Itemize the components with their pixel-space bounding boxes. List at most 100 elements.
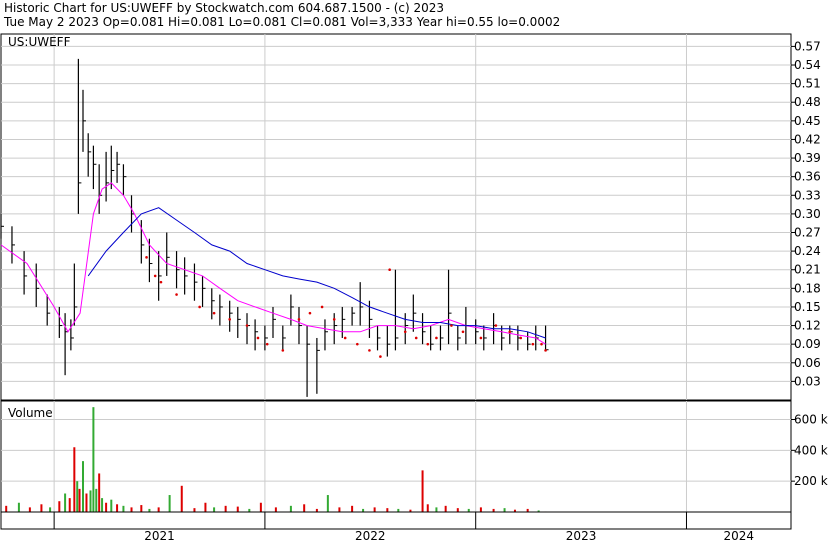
price-dot bbox=[198, 305, 201, 309]
volume-tick-label: 600 k bbox=[794, 413, 828, 427]
price-tick-label: 0.24 bbox=[794, 244, 821, 258]
price-panel-label: US:UWEFF bbox=[8, 35, 71, 49]
volume-bar bbox=[479, 507, 482, 512]
volume-tick-label: 400 k bbox=[794, 443, 828, 457]
price-dot bbox=[414, 336, 418, 340]
volume-bar bbox=[503, 508, 506, 512]
volume-bar bbox=[28, 507, 31, 512]
volume-bar bbox=[435, 507, 438, 512]
volume-bar bbox=[426, 504, 429, 512]
price-dot bbox=[320, 305, 324, 309]
volume-bar bbox=[101, 498, 104, 512]
price-tick-label: 0.51 bbox=[794, 77, 821, 91]
price-tick-label: 0.33 bbox=[794, 188, 821, 202]
volume-bar bbox=[180, 485, 183, 512]
price-tick-label: 0.21 bbox=[794, 263, 821, 277]
x-tick-label: 2022 bbox=[355, 529, 386, 543]
price-dot bbox=[519, 336, 523, 340]
volume-bar bbox=[58, 501, 61, 512]
volume-bar bbox=[303, 504, 306, 512]
price-tick-label: 0.12 bbox=[794, 319, 821, 333]
volume-bar bbox=[338, 507, 341, 512]
stock-chart: 0.03 0.06 0.09 0.12 0.15 0.18 0.21 0.24 0.27 0.30… bbox=[0, 33, 828, 543]
volume-bar bbox=[456, 508, 459, 512]
price-dot bbox=[426, 342, 430, 346]
x-tick-label: 2021 bbox=[144, 529, 175, 543]
price-tick-label: 0.30 bbox=[794, 207, 821, 221]
volume-bar bbox=[168, 495, 171, 512]
volume-bar bbox=[373, 507, 376, 512]
price-tick-label: 0.48 bbox=[794, 95, 821, 109]
price-axis: 0.03 0.06 0.09 0.12 0.15 0.18 0.21 0.24 0.27 0.30… bbox=[791, 39, 821, 388]
volume-bar bbox=[326, 495, 329, 512]
price-tick-label: 0.06 bbox=[794, 356, 821, 370]
volume-bar bbox=[130, 507, 133, 512]
price-dot bbox=[228, 318, 231, 321]
price-tick-label: 0.27 bbox=[794, 226, 821, 240]
price-dot bbox=[265, 342, 269, 346]
price-dot bbox=[145, 256, 148, 259]
price-dot bbox=[540, 342, 543, 346]
volume-bar bbox=[444, 505, 447, 512]
price-dot bbox=[461, 330, 465, 334]
price-dot bbox=[544, 349, 547, 352]
volume-panel bbox=[0, 400, 792, 513]
price-dot bbox=[388, 268, 391, 272]
price-tick-label: 0.45 bbox=[794, 114, 821, 128]
volume-bar bbox=[351, 505, 354, 512]
price-tick-label: 0.15 bbox=[794, 300, 821, 314]
volume-bar bbox=[17, 502, 20, 512]
volume-bar bbox=[213, 507, 216, 512]
price-dot bbox=[356, 342, 359, 346]
price-dot bbox=[494, 324, 498, 327]
volume-tick-label: 200 k bbox=[794, 474, 828, 488]
volume-bar bbox=[236, 506, 239, 512]
price-tick-label: 0.03 bbox=[794, 374, 821, 388]
price-dot bbox=[343, 336, 347, 340]
price-dot bbox=[297, 318, 301, 321]
price-dot bbox=[479, 336, 483, 340]
volume-bar bbox=[68, 498, 71, 512]
price-dot bbox=[332, 318, 336, 321]
x-tick-label: 2023 bbox=[566, 529, 597, 543]
volume-bar bbox=[98, 473, 101, 512]
volume-bar bbox=[386, 508, 389, 512]
volume-panel-label: Volume bbox=[8, 406, 53, 420]
price-tick-label: 0.57 bbox=[794, 39, 821, 53]
volume-bar bbox=[289, 505, 292, 512]
price-dot bbox=[403, 330, 407, 334]
volume-axis: 200 k 400 k 600 k bbox=[791, 413, 828, 488]
price-tick-label: 0.42 bbox=[794, 132, 821, 146]
volume-bar bbox=[76, 481, 79, 512]
price-dot bbox=[308, 311, 312, 315]
price-dot bbox=[281, 349, 285, 352]
price-dot bbox=[256, 336, 260, 340]
volume-bar bbox=[274, 507, 277, 512]
price-dot bbox=[175, 293, 178, 296]
price-tick-label: 0.54 bbox=[794, 58, 821, 72]
volume-bar bbox=[421, 470, 424, 512]
x-axis-band bbox=[0, 511, 792, 530]
price-dot bbox=[450, 324, 453, 327]
volume-bar bbox=[95, 488, 98, 512]
price-dot bbox=[531, 342, 535, 346]
volume-bar bbox=[224, 505, 227, 512]
price-dot bbox=[153, 274, 157, 278]
volume-bar bbox=[110, 499, 113, 512]
price-dot bbox=[212, 311, 216, 315]
price-dot bbox=[379, 355, 382, 358]
volume-bar bbox=[140, 505, 143, 512]
price-tick-label: 0.39 bbox=[794, 151, 821, 165]
volume-bar bbox=[116, 504, 119, 512]
volume-bar bbox=[122, 505, 125, 512]
price-dot bbox=[435, 336, 438, 340]
volume-bar bbox=[259, 502, 262, 512]
price-dot bbox=[245, 324, 249, 327]
volume-bar bbox=[92, 407, 95, 512]
volume-bar bbox=[89, 490, 92, 512]
price-dot bbox=[368, 349, 371, 352]
volume-bar bbox=[73, 447, 76, 512]
volume-bar bbox=[78, 488, 81, 512]
volume-bar bbox=[5, 505, 8, 512]
volume-bar bbox=[193, 508, 196, 512]
